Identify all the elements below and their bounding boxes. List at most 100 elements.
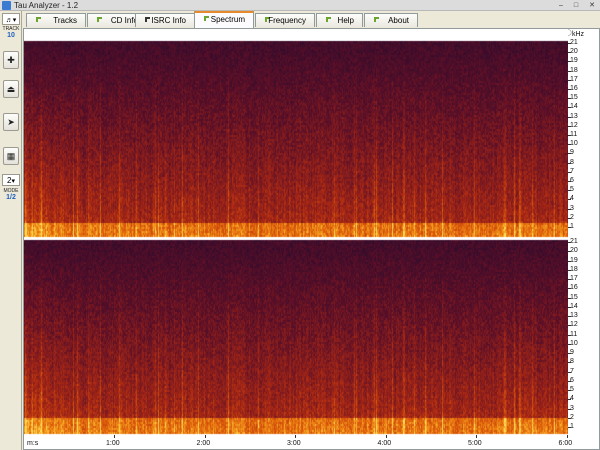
app-window: Tau Analyzer - 1.2 – □ ✕ ♬▾ TRACK 10 ✚ ⏏… <box>0 0 600 450</box>
freq-tick-label: 12 <box>570 121 578 129</box>
freq-tick-mark <box>568 199 571 201</box>
tab-spectrum[interactable]: Spectrum <box>194 11 254 28</box>
spectrogram-canvas <box>24 29 568 435</box>
freq-tick-label: 20 <box>570 48 578 56</box>
freq-tick-mark <box>568 61 571 63</box>
time-tick-label: 3:00 <box>287 440 301 447</box>
freq-tick-mark <box>568 380 571 382</box>
freq-tick-mark <box>568 279 571 280</box>
freq-tick-label: 19 <box>570 57 578 65</box>
freq-tick-label: 14 <box>570 302 578 310</box>
tab-frequency[interactable]: Frequency <box>255 13 315 27</box>
window-title: Tau Analyzer - 1.2 <box>14 1 79 10</box>
status-marker-icon <box>36 17 41 22</box>
track-dropdown[interactable]: ♬▾ <box>2 13 20 25</box>
add-button[interactable]: ✚ <box>3 51 19 69</box>
freq-tick-mark <box>568 353 571 354</box>
time-tick-label: 4:00 <box>377 440 392 447</box>
next-button[interactable]: ➤ <box>3 113 19 131</box>
close-button[interactable]: ✕ <box>585 1 599 10</box>
status-marker-icon <box>97 17 102 22</box>
freq-tick-mark <box>568 334 571 336</box>
speaker-icon: ♬▾ <box>5 17 17 24</box>
freq-tick-mark <box>568 208 571 210</box>
freq-tick-label: 14 <box>570 103 578 111</box>
freq-tick-label: 20 <box>570 247 578 255</box>
chevron-down-icon: ▾ <box>11 178 15 185</box>
spectrum-panel: ◯ kHz 21 20 19 18 17 16 15 14 13 12 11 10 9 8 7 6 5 4 3 2 1 2… <box>23 28 600 450</box>
eject-button[interactable]: ⏏ <box>3 80 19 98</box>
freq-tick-mark <box>568 153 571 155</box>
freq-tick-mark <box>568 297 571 299</box>
freq-tick-mark <box>568 89 571 90</box>
freq-tick-label: 15 <box>570 293 578 301</box>
grid-icon: ▦ <box>6 151 16 161</box>
freq-tick-mark <box>568 79 571 81</box>
freq-tick-label: 21 <box>570 238 578 245</box>
track-number: 10 <box>7 32 15 39</box>
freq-tick-mark <box>568 107 571 109</box>
freq-tick-mark <box>568 316 571 317</box>
title-bar: Tau Analyzer - 1.2 – □ ✕ <box>0 0 600 11</box>
freq-tick-mark <box>568 269 571 271</box>
maximize-button[interactable]: □ <box>569 1 583 10</box>
freq-tick-label: 16 <box>570 85 578 92</box>
mode-value: 1/2 <box>6 194 16 201</box>
status-marker-icon <box>374 17 379 22</box>
freq-tick-label: 21 <box>570 39 578 46</box>
freq-tick-mark <box>568 162 571 164</box>
grid-button[interactable]: ▦ <box>3 147 19 165</box>
tab-tracks[interactable]: Tracks <box>26 13 86 27</box>
freq-tick-mark <box>568 371 571 373</box>
app-icon <box>2 1 11 10</box>
mode-dropdown[interactable]: 2▾ <box>2 174 20 186</box>
freq-tick-label: 12 <box>570 321 578 329</box>
tab-help[interactable]: Help <box>316 13 363 27</box>
freq-tick-mark <box>568 144 571 146</box>
freq-tick-mark <box>568 190 571 192</box>
time-tick-mark <box>476 435 477 438</box>
freq-tick-mark <box>568 399 571 401</box>
freq-tick-label: 15 <box>570 94 578 102</box>
eject-icon: ⏏ <box>6 84 16 94</box>
freq-tick-label: 17 <box>570 75 578 83</box>
freq-tick-mark <box>568 306 571 308</box>
tab-bar: Tracks CD Info ISRC Info Spectrum Freque… <box>23 11 600 28</box>
minimize-button[interactable]: – <box>554 1 568 10</box>
time-tick-label: 6:00 <box>558 440 573 447</box>
freq-tick-label: 17 <box>570 275 578 282</box>
time-tick-mark <box>295 435 296 438</box>
freq-tick-mark <box>568 43 571 44</box>
freq-tick-mark <box>568 408 571 410</box>
freq-tick-mark <box>568 242 571 243</box>
freq-tick-label: 11 <box>570 131 578 138</box>
freq-tick-label: 16 <box>570 284 578 292</box>
freq-tick-mark <box>568 260 571 262</box>
freq-tick-mark <box>568 227 571 228</box>
freq-tick-mark <box>568 116 571 118</box>
unit-label: kHz <box>572 31 585 38</box>
freq-tick-mark <box>568 181 571 182</box>
freq-tick-mark <box>568 362 571 364</box>
mode-label: MODE 1/2 <box>0 188 22 202</box>
arrow-right-icon: ➤ <box>7 117 15 127</box>
tab-isrc-info[interactable]: ISRC Info <box>135 13 195 27</box>
time-tick-mark <box>204 435 206 438</box>
tool-strip: ♬▾ TRACK 10 ✚ ⏏ ➤ ▦ 2▾ MODE 1/2 <box>0 11 22 450</box>
freq-tick-label: 18 <box>570 66 578 74</box>
time-tick-label: 1:00 <box>106 440 120 447</box>
time-tick-mark <box>385 435 387 438</box>
time-unit-label: m:s <box>27 440 39 447</box>
freq-tick-mark <box>568 52 571 54</box>
freq-tick-label: 10 <box>570 140 578 148</box>
freq-tick-label: 10 <box>570 339 578 347</box>
freq-tick-label: 13 <box>570 312 578 319</box>
freq-tick-mark <box>568 288 571 290</box>
freq-tick-mark <box>568 70 571 72</box>
freq-tick-label: 19 <box>570 256 578 264</box>
freq-tick-mark <box>568 125 571 127</box>
freq-tick-mark <box>568 325 571 327</box>
freq-tick-mark <box>568 427 571 428</box>
time-tick-mark <box>566 435 568 438</box>
tab-about[interactable]: About <box>364 13 418 27</box>
